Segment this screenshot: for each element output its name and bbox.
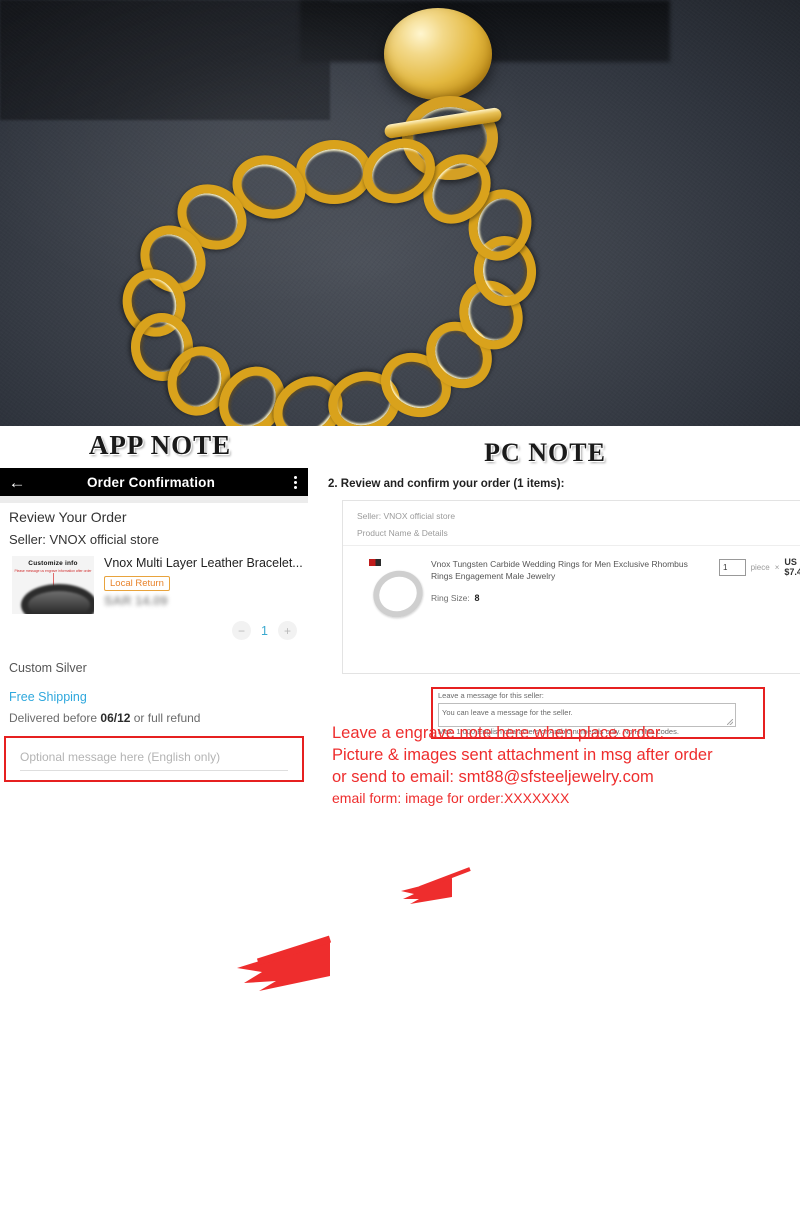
app-product-name[interactable]: Vnox Multi Layer Leather Bracelet... — [104, 556, 304, 570]
annotation-line-3: or send to email: smt88@sfsteeljewelry.c… — [332, 767, 654, 786]
quantity-value: 1 — [261, 623, 268, 638]
pc-product-name[interactable]: Vnox Tungsten Carbide Wedding Rings for … — [431, 558, 701, 583]
country-flag-icon — [369, 559, 381, 566]
delivery-suffix: or full refund — [130, 711, 201, 725]
pc-quantity-row: 1 piece × US $7.48 — [719, 557, 800, 577]
app-product-price: SAR 14.09 — [104, 593, 168, 608]
gold-bracelet-illustration — [112, 8, 582, 426]
pc-message-label: Leave a message for this seller: — [438, 691, 544, 700]
app-top-bar: ← Order Confirmation — [0, 468, 308, 496]
delivery-estimate: Delivered before 06/12 or full refund — [9, 711, 200, 725]
notes-section: APP NOTE PC NOTE ← Order Confirmation Re… — [0, 426, 800, 991]
delivery-date: 06/12 — [100, 711, 131, 725]
quantity-increase-button[interactable]: + — [277, 621, 297, 640]
leather-bracelet-thumb-image — [21, 584, 94, 614]
annotation-line-1: Leave a engrave note here when place ord… — [332, 724, 665, 742]
engravable-round-tag — [384, 8, 492, 100]
page-root: APP NOTE PC NOTE ← Order Confirmation Re… — [0, 0, 800, 991]
pc-card-divider — [343, 545, 800, 546]
arrow-to-pc-message-box — [401, 867, 471, 904]
app-message-highlight-box: Optional message here (English only) — [4, 736, 304, 782]
app-bar-title: Order Confirmation — [86, 474, 216, 490]
review-your-order-heading: Review Your Order — [9, 509, 127, 525]
pc-step-heading: 2. Review and confirm your order (1 item… — [328, 478, 565, 490]
app-section-gap — [0, 496, 308, 503]
free-shipping-label[interactable]: Free Shipping — [9, 690, 87, 704]
ring-size-label: Ring Size: — [431, 593, 470, 603]
pc-order-card: Seller: VNOX official store Product Name… — [342, 500, 800, 739]
kebab-dot — [293, 485, 297, 489]
kebab-menu-icon[interactable] — [282, 475, 308, 489]
annotation-text-block: Leave a engrave note here when place ord… — [332, 723, 800, 808]
customize-info-label: Customize info — [28, 560, 78, 567]
pc-unit-label: piece — [750, 562, 770, 572]
chain-link — [296, 140, 372, 204]
quantity-decrease-button[interactable]: − — [232, 621, 251, 640]
pc-column-header: Product Name & Details — [357, 528, 448, 538]
app-body: Review Your Order Seller: VNOX official … — [0, 496, 308, 800]
app-quantity-stepper[interactable]: − 1 + — [232, 621, 297, 640]
local-return-badge: Local Return — [104, 576, 170, 591]
pc-unit-price: US $7.48 — [784, 557, 800, 577]
app-variation-label: Custom Silver — [9, 661, 87, 675]
kebab-dot — [293, 480, 297, 484]
kebab-dot — [293, 475, 297, 479]
pc-quantity-input[interactable]: 1 — [719, 558, 746, 576]
product-hero-image — [0, 0, 800, 426]
pc-message-placeholder: You can leave a message for the seller. — [442, 708, 573, 717]
app-screenshot-panel: ← Order Confirmation Review Your Order S… — [0, 468, 308, 800]
annotation-line-4: email form: image for order:XXXXXXX — [332, 789, 570, 806]
app-product-thumbnail[interactable]: Customize info Please message us engrave… — [12, 556, 94, 614]
arrow-to-app-message-box — [237, 935, 332, 991]
pc-screenshot-panel: 2. Review and confirm your order (1 item… — [320, 470, 800, 806]
pc-product-thumbnail[interactable] — [366, 559, 430, 625]
ring-size-value: 8 — [474, 593, 480, 603]
pc-seller-label: Seller: VNOX official store — [357, 511, 456, 521]
app-seller-label: Seller: VNOX official store — [9, 532, 160, 547]
app-note-title: APP NOTE — [88, 430, 232, 460]
pc-note-title: PC NOTE — [484, 438, 606, 467]
app-message-input[interactable]: Optional message here (English only) — [20, 750, 220, 764]
tungsten-ring-image — [366, 563, 430, 625]
pc-multiply-sign: × — [774, 562, 780, 572]
annotation-line-2: Picture & images sent attachment in msg … — [332, 745, 713, 764]
delivery-prefix: Delivered before — [9, 711, 101, 725]
app-message-underline — [20, 770, 288, 771]
pc-ring-size: Ring Size: 8 — [431, 593, 480, 603]
